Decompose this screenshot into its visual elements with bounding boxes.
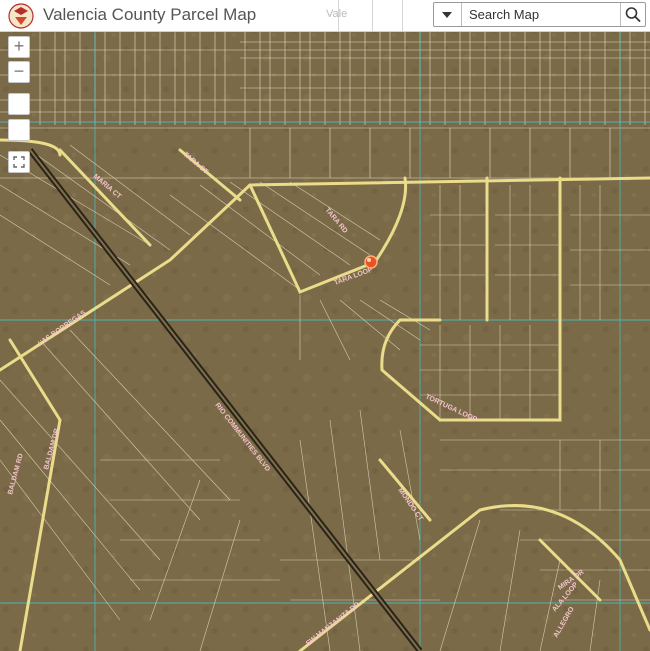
- search-input[interactable]: [462, 3, 629, 26]
- search-source-dropdown[interactable]: [434, 3, 462, 26]
- location-marker-icon[interactable]: [364, 255, 378, 269]
- header-bar: Valencia County Parcel Map Vale: [0, 0, 650, 32]
- zoom-out-button[interactable]: −: [8, 61, 30, 83]
- fullscreen-icon: [13, 156, 25, 168]
- search-button[interactable]: [620, 3, 645, 26]
- map-tool-button-2[interactable]: [8, 119, 30, 141]
- map-tool-button-1[interactable]: [8, 93, 30, 115]
- zoom-in-button[interactable]: +: [8, 36, 30, 58]
- fullscreen-button[interactable]: [8, 151, 30, 173]
- valencia-county-logo-icon: [8, 3, 34, 29]
- map-canvas[interactable]: TARA CT MARIA CT TARA RD TARA LOOP LAS B…: [0, 0, 650, 651]
- divider: [372, 0, 373, 31]
- search-box: [433, 2, 646, 27]
- divider: [402, 0, 403, 31]
- partial-label: Vale: [326, 8, 348, 20]
- search-icon: [625, 7, 641, 22]
- app-title: Valencia County Parcel Map: [43, 5, 257, 24]
